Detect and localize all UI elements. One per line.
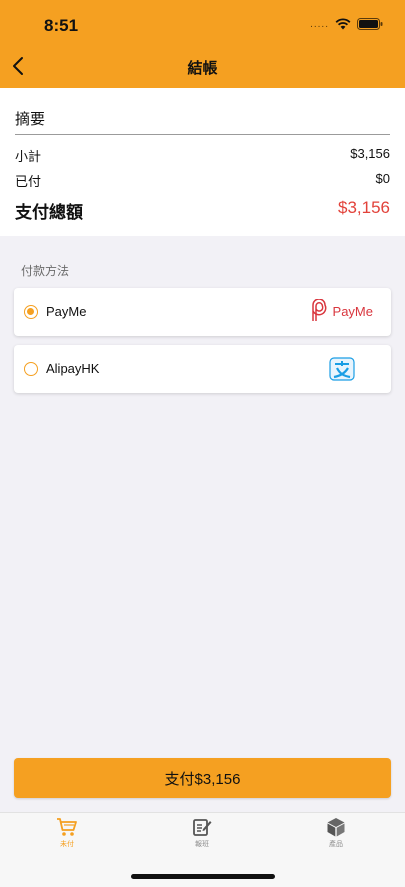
wifi-icon	[335, 18, 351, 30]
payment-section-label: 付款方法	[21, 264, 70, 278]
alipayhk-radio[interactable]	[24, 362, 38, 376]
signal-dots: .....	[310, 18, 329, 30]
payme-logo-text: PayMe	[332, 303, 373, 319]
subtotal-label: 小計	[15, 149, 42, 164]
top-bar: 8:51 ..... 結帳	[0, 0, 405, 88]
tab-enrol[interactable]: 報班	[172, 817, 232, 849]
subtotal-value: $3,156	[350, 146, 390, 161]
alipayhk-logo-icon	[329, 357, 355, 381]
total-value: $3,156	[338, 198, 390, 217]
box-icon	[327, 818, 345, 837]
payme-label: PayMe	[46, 304, 87, 319]
paid-label: 已付	[15, 174, 42, 189]
summary-divider	[15, 134, 390, 135]
pay-button[interactable]: 支付$3,156	[14, 758, 391, 798]
tab-unpaid[interactable]: 未付	[37, 817, 97, 849]
total-label: 支付總額	[15, 203, 83, 222]
tab-label: 產品	[329, 841, 343, 848]
tab-label: 未付	[60, 841, 74, 848]
alipayhk-label: AlipayHK	[46, 361, 100, 376]
cart-icon	[57, 818, 77, 836]
page-title: 結帳	[187, 60, 218, 77]
summary-title: 摘要	[15, 111, 46, 128]
payme-logo: PayMe	[310, 299, 373, 323]
payment-method-alipayhk[interactable]: AlipayHK	[14, 345, 391, 393]
payme-radio[interactable]	[24, 305, 38, 319]
status-time: 8:51	[44, 16, 79, 35]
home-indicator	[131, 874, 275, 879]
status-icons: .....	[310, 18, 383, 30]
tab-label: 報班	[195, 841, 209, 848]
paid-value: $0	[375, 171, 390, 186]
summary-card: 摘要 小計 $3,156 已付 $0 支付總額 $3,156	[0, 88, 405, 236]
payme-p-icon	[311, 299, 326, 321]
edit-document-icon	[193, 819, 212, 836]
tab-products[interactable]: 產品	[306, 817, 366, 849]
battery-icon	[357, 18, 383, 30]
payment-method-payme[interactable]: PayMe PayMe	[14, 288, 391, 336]
